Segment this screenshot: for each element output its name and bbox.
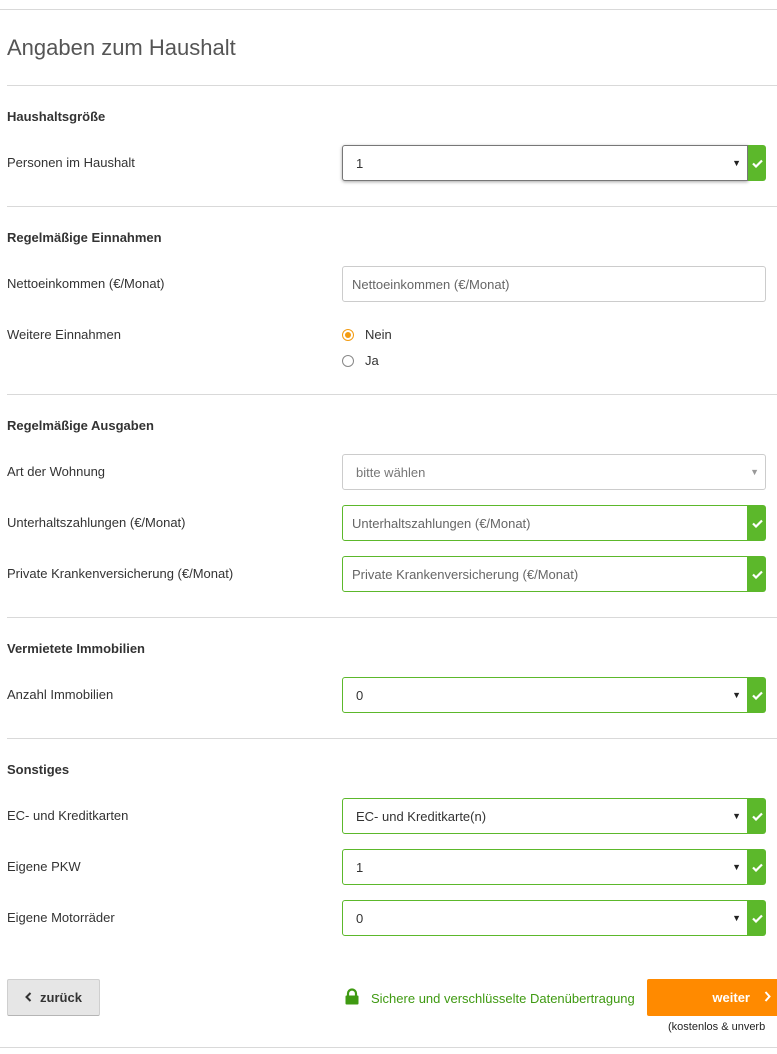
immobilien-value: 0 [356, 688, 364, 703]
netto-input[interactable]: Nettoeinkommen (€/Monat) [342, 266, 766, 302]
divider [7, 617, 777, 618]
motorrad-value: 0 [356, 911, 364, 926]
unterhalt-placeholder: Unterhaltszahlungen (€/Monat) [352, 516, 531, 531]
lock-icon [344, 988, 360, 1008]
radio-unchecked-icon[interactable] [342, 354, 354, 367]
secure-transfer-note: Sichere und verschlüsselte Datenübertrag… [344, 988, 635, 1008]
next-subnote: (kostenlos & unverb [668, 1021, 766, 1033]
chevron-left-icon [25, 990, 32, 1005]
section-title-haushalt: Haushaltsgröße [7, 109, 106, 124]
check-icon [748, 677, 766, 713]
label-pkv: Private Krankenversicherung (€/Monat) [7, 566, 234, 581]
label-wohnung: Art der Wohnung [7, 464, 106, 479]
caret-down-icon: ▼ [732, 862, 741, 872]
chevron-right-icon [764, 990, 771, 1005]
next-button[interactable]: weiter [647, 979, 777, 1016]
caret-down-icon: ▼ [732, 913, 741, 923]
pkw-value: 1 [356, 860, 364, 875]
label-weitere-einnahmen: Weitere Einnahmen [7, 327, 121, 342]
caret-down-icon: ▼ [732, 811, 741, 821]
back-label: zurück [40, 990, 82, 1005]
label-pkw: Eigene PKW [7, 859, 81, 874]
caret-down-icon: ▼ [750, 467, 759, 477]
check-icon [748, 900, 766, 936]
check-icon [748, 556, 766, 592]
pkw-select[interactable]: 1 ▼ [342, 849, 748, 885]
unterhalt-input[interactable]: Unterhaltszahlungen (€/Monat) [342, 505, 748, 541]
next-label: weiter [712, 990, 750, 1005]
divider [7, 85, 777, 86]
top-divider [0, 9, 777, 10]
check-icon [748, 145, 766, 181]
radio-checked-icon[interactable] [342, 328, 354, 341]
karten-select[interactable]: EC- und Kreditkarte(n) ▼ [342, 798, 748, 834]
radio-nein[interactable]: Nein [342, 327, 392, 342]
bottom-divider [0, 1047, 777, 1048]
page-title: Angaben zum Haushalt [7, 35, 236, 60]
divider [7, 394, 777, 395]
personen-select[interactable]: 1 ▼ [342, 145, 748, 181]
divider [7, 206, 777, 207]
label-karten: EC- und Kreditkarten [7, 808, 129, 823]
pkv-placeholder: Private Krankenversicherung (€/Monat) [352, 567, 579, 582]
label-netto: Nettoeinkommen (€/Monat) [7, 276, 165, 291]
wohnung-value: bitte wählen [356, 465, 426, 480]
label-personen: Personen im Haushalt [7, 155, 135, 170]
check-icon [748, 798, 766, 834]
radio-label-ja: Ja [365, 353, 379, 368]
radio-label-nein: Nein [365, 327, 392, 342]
pkv-input[interactable]: Private Krankenversicherung (€/Monat) [342, 556, 748, 592]
radio-ja[interactable]: Ja [342, 353, 379, 368]
caret-down-icon: ▼ [732, 158, 741, 168]
karten-value: EC- und Kreditkarte(n) [356, 809, 487, 824]
back-button[interactable]: zurück [7, 979, 100, 1016]
divider [7, 738, 777, 739]
label-anzahl-immobilien: Anzahl Immobilien [7, 687, 114, 702]
caret-down-icon: ▼ [732, 690, 741, 700]
secure-text: Sichere und verschlüsselte Datenübertrag… [371, 990, 635, 1006]
section-title-einnahmen: Regelmäßige Einnahmen [7, 230, 162, 245]
section-title-immobilien: Vermietete Immobilien [7, 641, 145, 656]
check-icon [748, 849, 766, 885]
personen-value: 1 [356, 156, 364, 171]
label-motorrad: Eigene Motorräder [7, 910, 115, 925]
netto-placeholder: Nettoeinkommen (€/Monat) [352, 277, 510, 292]
wohnung-select[interactable]: bitte wählen ▼ [342, 454, 766, 490]
check-icon [748, 505, 766, 541]
section-title-sonstiges: Sonstiges [7, 762, 70, 777]
section-title-ausgaben: Regelmäßige Ausgaben [7, 418, 154, 433]
immobilien-select[interactable]: 0 ▼ [342, 677, 748, 713]
label-unterhalt: Unterhaltszahlungen (€/Monat) [7, 515, 186, 530]
motorrad-select[interactable]: 0 ▼ [342, 900, 748, 936]
